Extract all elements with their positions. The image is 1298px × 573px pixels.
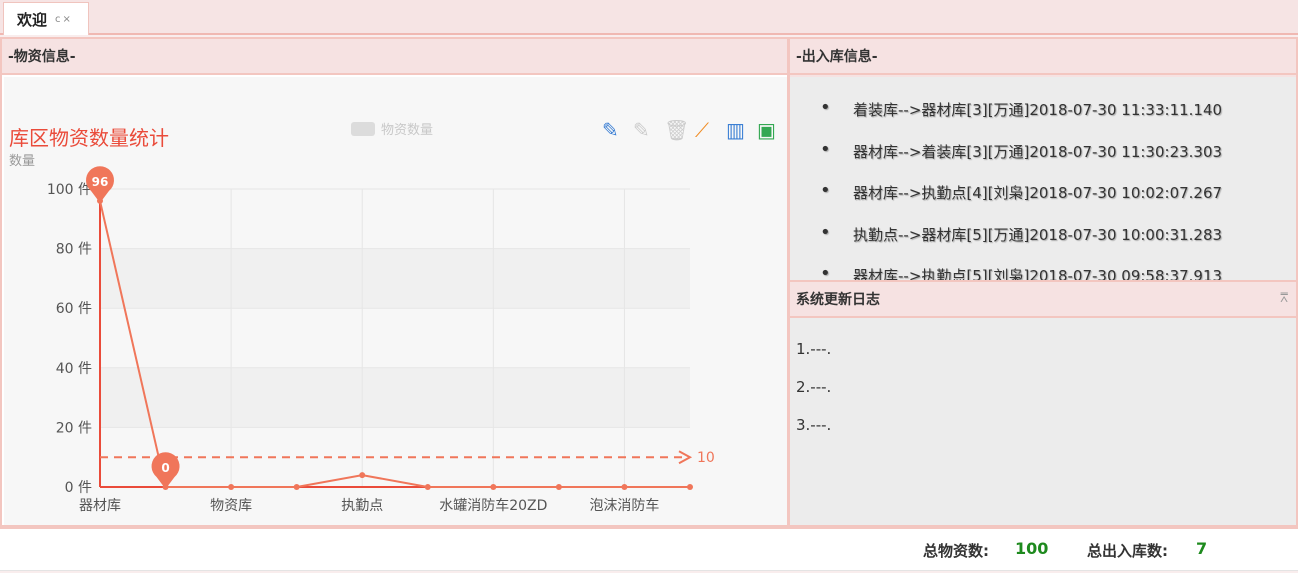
save-icon[interactable]: ▣ [757,118,776,142]
io-record-text: 着装库-->器材库[3][万通]2018-07-30 11:33:11.140 [853,101,1223,119]
chart-area: 0 件 20 件 40 件 60 件 80 件 100 件器材库 物资库 执勤点 水罐消防车20… [4,77,787,525]
data-point[interactable] [490,484,497,490]
io-record-text: 器材库-->着装库[3][万通]2018-07-30 11:30:23.303 [853,142,1223,161]
io-record-text: 器材库-->执勤点[5][刘枭]2018-07-30 09:58:37.913 [853,267,1223,280]
log-item: 1.---. [796,340,832,358]
x-tick-label: 水罐消防车20ZD [439,497,547,514]
material-count-chart: 0 件 20 件 40 件 60 件 80 件 100 件器材库 物资库 执勤点 水罐消防车20… [9,118,776,514]
max-value-marker-label: 96 [92,175,109,189]
pencil-add-icon[interactable]: ✎ [602,118,619,142]
refresh-icon[interactable]: c [55,14,61,25]
y-axis-label: 数量 [9,154,35,169]
data-point[interactable] [293,484,300,490]
total-io-value: 7 [1196,539,1208,558]
pencil-icon[interactable]: ✎ [633,118,650,142]
tab-label: 欢迎 [17,10,48,29]
total-items-label: 总物资数: [923,542,989,560]
io-record-item: • 着装库-->器材库[3][万通]2018-07-30 11:33:11.140 [820,99,1296,141]
tab-welcome[interactable]: 欢迎 c × [3,2,89,35]
tab-bar: 欢迎 c × [0,0,1298,35]
update-log-panel: 系统更新日志 ⩞ 1.---. 2.---. 3.---. [788,282,1298,527]
material-info-panel: -物资信息- 0 件 20 件 40 件 60 件 80 件 100 件器材库 物资库 执勤点… [0,37,789,527]
footer-stats: 总物资数: 100 总出入库数: 7 [0,527,1298,571]
trash-icon[interactable]: 🗑 [664,118,689,142]
x-tick-label: 泡沫消防车 [589,497,659,514]
io-info-panel: -出入库信息- • 着装库-->器材库[3][万通]2018-07-30 11:3… [788,37,1298,282]
min-value-marker-label: 0 [161,461,169,475]
data-point[interactable] [424,484,431,490]
plot-band [100,367,690,428]
io-info-title: -出入库信息- [790,39,1296,75]
io-record-item: • 器材库-->执勤点[5][刘枭]2018-07-30 09:58:37.913 [820,265,1296,280]
collapse-icon[interactable]: ⩞ [1280,291,1288,306]
data-point[interactable] [621,484,628,490]
y-tick-label: 100 件 [47,182,92,198]
plot-band [100,248,690,309]
bullet-icon: • [820,180,831,201]
material-info-title: -物资信息- [2,39,787,75]
total-items-value: 100 [1015,539,1049,558]
plot-band [100,308,690,368]
update-log-list: 1.---. 2.---. 3.---. [790,318,1296,525]
y-tick-label: 80 件 [56,242,92,258]
update-log-title: 系统更新日志 [790,282,1296,318]
bullet-icon: • [820,263,831,280]
data-point[interactable] [228,484,235,490]
y-tick-label: 40 件 [56,361,92,377]
bar-chart-icon[interactable]: ▥ [726,118,745,142]
y-tick-label: 60 件 [56,301,92,317]
data-point[interactable] [687,484,693,490]
close-icon[interactable]: × [63,14,71,25]
io-record-text: 器材库-->执勤点[4][刘枭]2018-07-30 10:02:07.267 [853,184,1223,202]
x-tick-label: 器材库 [79,498,121,514]
y-tick-label: 20 件 [56,420,92,436]
line-chart-icon[interactable]: ⟋ [695,118,709,142]
io-record-item: • 执勤点-->器材库[5][万通]2018-07-30 10:00:31.283 [820,221,1296,266]
data-point[interactable] [555,484,562,490]
total-io-label: 总出入库数: [1087,542,1168,560]
plot-band [100,189,690,249]
io-record-item: • 器材库-->着装库[3][万通]2018-07-30 11:30:23.303 [820,138,1296,183]
io-records: • 着装库-->器材库[3][万通]2018-07-30 11:33:11.140… [790,75,1296,280]
y-tick-label: 0 件 [65,480,92,496]
log-item: 2.---. [796,378,832,396]
mark-line-label: 10 [697,450,715,466]
bullet-icon: • [820,221,831,243]
bullet-icon: • [820,97,831,118]
legend-label: 物资数量 [381,123,433,138]
data-point[interactable] [359,472,366,479]
chart-title: 库区物资数量统计 [9,126,169,150]
io-record-item: • 器材库-->执勤点[4][刘枭]2018-07-30 10:02:07.267 [820,182,1296,224]
io-record-text: 执勤点-->器材库[5][万通]2018-07-30 10:00:31.283 [853,225,1223,244]
x-tick-label: 物资库 [210,498,252,514]
x-tick-label: 执勤点 [341,498,383,514]
legend-swatch [351,122,375,136]
bullet-icon: • [820,138,831,160]
log-item: 3.---. [796,416,832,434]
